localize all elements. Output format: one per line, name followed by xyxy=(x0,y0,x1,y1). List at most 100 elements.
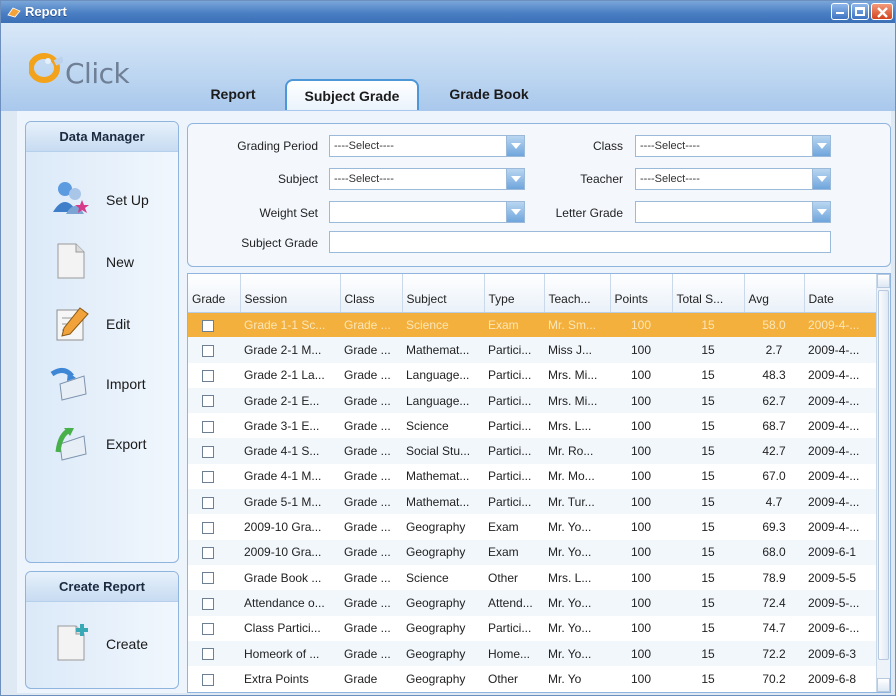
column-header[interactable]: Teach... xyxy=(544,274,611,313)
grade-checkbox-cell xyxy=(188,337,240,363)
weight-set-select[interactable] xyxy=(329,201,525,223)
subject-label: Subject xyxy=(277,172,318,186)
chevron-down-icon[interactable] xyxy=(506,136,524,156)
report-window: Report Click Report Subject Grade Grade … xyxy=(0,0,896,696)
setup-button[interactable]: Set Up xyxy=(50,178,180,226)
chevron-down-icon[interactable] xyxy=(506,202,524,222)
grade-checkbox[interactable] xyxy=(202,648,214,661)
column-header[interactable]: Date xyxy=(804,274,879,313)
table-cell: Grade ... xyxy=(344,469,391,484)
grade-checkbox[interactable] xyxy=(202,420,214,433)
data-manager-panel: Data Manager Set Up New Edit Import Expo… xyxy=(25,121,179,563)
chevron-down-icon[interactable] xyxy=(812,202,830,222)
table-row[interactable]: Grade Book ... Grade ... Science Other Mrs. … xyxy=(188,565,878,590)
column-header[interactable]: Class xyxy=(340,274,403,313)
minimize-button[interactable] xyxy=(831,3,849,20)
table-cell: Other xyxy=(488,671,519,686)
table-cell: 100 xyxy=(630,469,652,484)
grade-checkbox[interactable] xyxy=(202,547,214,560)
title-bar[interactable]: Report xyxy=(1,1,895,23)
grading-period-select[interactable]: ----Select---- xyxy=(329,135,525,157)
grade-checkbox[interactable] xyxy=(202,395,214,408)
tab-subject-grade[interactable]: Subject Grade xyxy=(285,79,419,110)
grade-checkbox[interactable] xyxy=(202,319,214,332)
chevron-down-icon[interactable] xyxy=(812,136,830,156)
create-button[interactable]: Create xyxy=(50,622,180,670)
table-cell: 68.7 xyxy=(762,418,786,433)
grade-checkbox[interactable] xyxy=(202,521,214,534)
export-button[interactable]: Export xyxy=(50,422,180,470)
table-cell: Grade ... xyxy=(340,539,402,565)
new-button[interactable]: New xyxy=(50,240,180,288)
table-row[interactable]: Grade 2-1 E... Grade ... Language... Partic… xyxy=(188,387,878,414)
table-cell: 100 xyxy=(610,337,672,363)
chevron-down-icon[interactable] xyxy=(506,169,524,189)
class-select[interactable]: ----Select---- xyxy=(635,135,831,157)
import-button[interactable]: Import xyxy=(50,362,180,410)
table-cell: 100 xyxy=(610,489,672,515)
scroll-thumb[interactable] xyxy=(878,290,889,660)
table-row[interactable]: Grade 1-1 Sc... Grade ... Science Exam Mr. S… xyxy=(188,312,878,338)
table-cell: 70.2 xyxy=(762,671,786,686)
table-cell: Grade ... xyxy=(340,312,402,338)
scroll-down-icon[interactable] xyxy=(877,678,890,692)
grade-checkbox[interactable] xyxy=(202,370,214,383)
table-cell: 100 xyxy=(630,368,652,383)
grade-checkbox[interactable] xyxy=(202,673,214,686)
table-row[interactable]: 2009-10 Gra... Grade ... Geography Exam Mr. … xyxy=(188,514,878,539)
table-row[interactable]: Extra Points Grade Geography Other Mr. Yo 100… xyxy=(188,666,878,691)
column-header[interactable]: Type xyxy=(484,274,545,313)
table-cell: Grade ... xyxy=(340,640,402,667)
table-row[interactable]: Grade 2-1 La... Grade ... Language... Parti… xyxy=(188,363,878,388)
table-cell: Mathemat... xyxy=(406,469,470,484)
column-header[interactable]: Session xyxy=(240,274,341,313)
table-cell: Partici... xyxy=(484,438,544,464)
table-body: Grade 1-1 Sc... Grade ... Science Exam Mr. S… xyxy=(188,312,878,691)
table-cell: Grade 3-1 E... xyxy=(244,418,320,433)
subject-grade-input[interactable] xyxy=(329,231,831,253)
grade-checkbox[interactable] xyxy=(202,471,214,484)
scroll-up-icon[interactable] xyxy=(877,274,890,288)
grade-checkbox-cell xyxy=(188,387,240,414)
table-row[interactable]: Grade 2-1 M... Grade ... Mathemat... Partic… xyxy=(188,337,878,363)
table-row[interactable]: Grade 3-1 E... Grade ... Science Partici...… xyxy=(188,413,878,438)
table-cell: 48.3 xyxy=(762,368,786,383)
table-cell: 100 xyxy=(610,640,672,667)
table-row[interactable]: Grade 4-1 M... Grade ... Mathemat... Partic… xyxy=(188,464,878,489)
class-label: Class xyxy=(592,139,623,153)
tab-report[interactable]: Report xyxy=(193,79,273,110)
column-header[interactable]: Subject xyxy=(402,274,485,313)
grade-checkbox-cell xyxy=(188,464,240,489)
edit-button[interactable]: Edit xyxy=(50,302,180,350)
table-row[interactable]: Homeork of ... Grade ... Geography Home... M… xyxy=(188,640,878,667)
grade-checkbox[interactable] xyxy=(202,445,214,458)
table-cell: 42.7 xyxy=(744,438,804,464)
table-row[interactable]: 2009-10 Gra... Grade ... Geography Exam Mr. … xyxy=(188,539,878,565)
table-cell: Partici... xyxy=(488,469,532,484)
maximize-button[interactable] xyxy=(851,3,869,20)
table-row[interactable]: Grade 5-1 M... Grade ... Mathemat... Partic… xyxy=(188,489,878,515)
column-header[interactable]: Grade xyxy=(188,274,241,313)
window-title: Report xyxy=(25,4,67,19)
table-cell: Grade 4-1 M... xyxy=(244,469,322,484)
teacher-select[interactable]: ----Select---- xyxy=(635,168,831,190)
column-header[interactable]: Total S... xyxy=(672,274,745,313)
close-button[interactable] xyxy=(871,3,893,20)
table-row[interactable]: Attendance o... Grade ... Geography Attend.… xyxy=(188,590,878,616)
grade-checkbox[interactable] xyxy=(202,344,214,357)
vertical-scrollbar[interactable] xyxy=(876,274,890,692)
table-cell: 2.7 xyxy=(744,337,804,363)
grade-checkbox[interactable] xyxy=(202,623,214,636)
table-cell: 2009-4-... xyxy=(804,489,878,515)
chevron-down-icon[interactable] xyxy=(812,169,830,189)
letter-grade-select[interactable] xyxy=(635,201,831,223)
table-row[interactable]: Grade 4-1 S... Grade ... Social Stu... Part… xyxy=(188,438,878,464)
grade-checkbox[interactable] xyxy=(202,572,214,585)
tab-grade-book[interactable]: Grade Book xyxy=(433,79,545,110)
column-header[interactable]: Avg xyxy=(744,274,805,313)
subject-select[interactable]: ----Select---- xyxy=(329,168,525,190)
grade-checkbox[interactable] xyxy=(202,597,214,610)
table-row[interactable]: Class Partici... Grade ... Geography Partic… xyxy=(188,616,878,641)
column-header[interactable]: Points xyxy=(610,274,673,313)
grade-checkbox[interactable] xyxy=(202,496,214,509)
